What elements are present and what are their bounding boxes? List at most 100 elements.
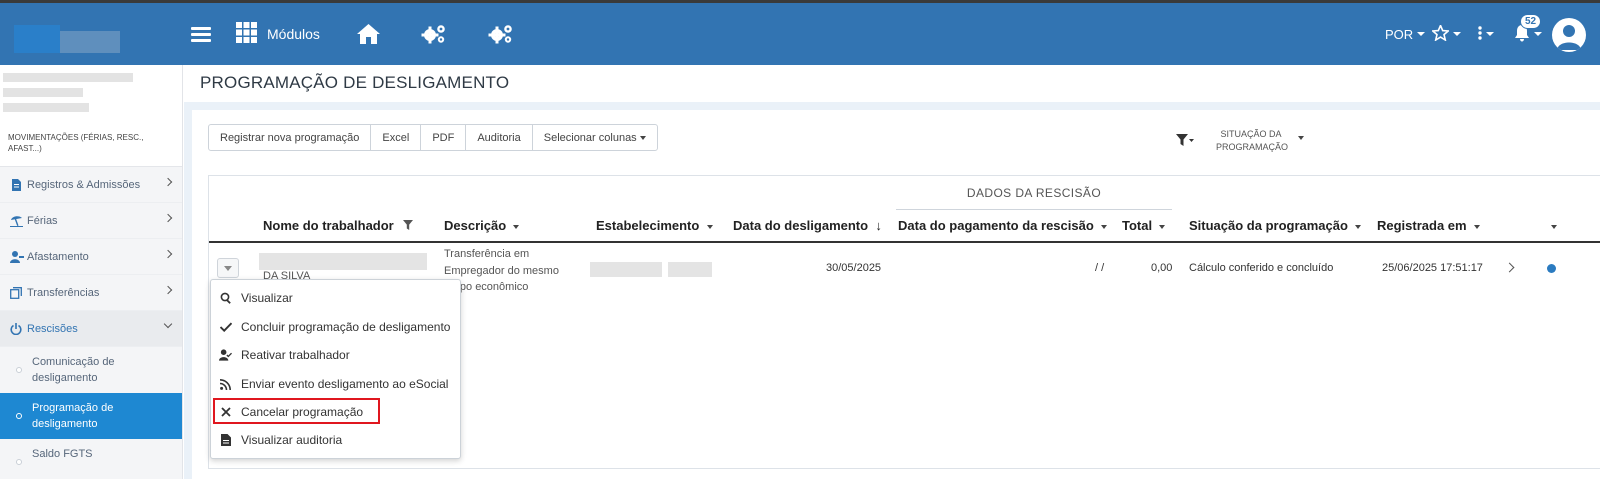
user-minus-icon (10, 250, 24, 263)
cell-descricao: Transferência em Empregador do mesmo gru… (444, 248, 559, 293)
sidebar-item-ferias[interactable]: Férias (0, 203, 182, 239)
notifications-menu[interactable]: 52 (1514, 3, 1542, 65)
filter-icon[interactable] (1176, 134, 1194, 149)
redacted-name (259, 253, 427, 270)
filter-icon[interactable] (403, 218, 414, 233)
sidebar-subitem-programacao[interactable]: Programação de desligamento (0, 393, 182, 439)
modules-label: Módulos (267, 26, 320, 42)
sidebar-item-registros[interactable]: Registros & Admissões (0, 167, 182, 203)
grid-icon (236, 22, 257, 46)
sidebar-subitem-label: Comunicação de desligamento (32, 356, 115, 384)
menu-item-label: Enviar evento desligamento ao eSocial (241, 377, 449, 391)
redacted-establishment-2 (668, 262, 712, 277)
beach-icon (10, 215, 23, 227)
column-header-registrada[interactable]: Registrada em (1377, 218, 1480, 233)
check-icon (219, 321, 232, 334)
group-header-rescisao: DADOS DA RESCISÃO (896, 182, 1172, 210)
select-columns-button[interactable]: Selecionar colunas (533, 125, 657, 150)
row-actions-toggle[interactable] (217, 258, 239, 278)
sidebar-item-label: Afastamento (27, 250, 89, 263)
audit-button[interactable]: Auditoria (466, 125, 533, 150)
highlight-box (213, 398, 380, 424)
notifications-badge: 52 (1520, 13, 1542, 29)
menu-item-label: Visualizar (241, 291, 293, 305)
home-icon[interactable] (356, 3, 380, 65)
sidebar-subitem-label: Saldo FGTS (32, 448, 93, 460)
cell-situacao: Cálculo conferido e concluído (1189, 262, 1334, 274)
sidebar-subitem-saldo-fgts[interactable]: Saldo FGTS (0, 439, 182, 469)
language-selector[interactable]: POR (1385, 3, 1426, 65)
more-options-menu[interactable] (1478, 3, 1494, 65)
column-header-estabelecimento[interactable]: Estabelecimento (596, 218, 713, 233)
filter-area: SITUAÇÃO DA PROGRAMAÇÃO (1176, 128, 1304, 154)
column-header-data-pagamento[interactable]: Data do pagamento da rescisão (898, 218, 1108, 233)
chevron-right-icon (163, 249, 173, 259)
row-context-menu: Visualizar Concluir programação de desli… (210, 279, 461, 459)
copy-icon (10, 286, 22, 299)
column-header-data-desligamento[interactable]: Data do desligamento ↓ (733, 218, 882, 233)
menu-item-concluir[interactable]: Concluir programação de desligamento (211, 315, 460, 339)
sort-down-icon: ↓ (875, 218, 882, 233)
timeline-dot (16, 367, 22, 373)
chevron-right-icon (163, 213, 173, 223)
menu-item-label: Reativar trabalhador (241, 348, 350, 362)
sidebar-item-label: Rescisões (27, 322, 78, 335)
chevron-right-icon (163, 177, 173, 187)
cell-total: 0,00 (1151, 262, 1173, 274)
timeline-dot (16, 413, 22, 419)
column-options-dropdown[interactable] (1551, 218, 1557, 233)
bell-icon: 52 (1514, 13, 1542, 45)
document-icon (219, 434, 232, 447)
chevron-right-icon (163, 285, 173, 295)
advanced-settings-icon[interactable] (487, 3, 515, 65)
hamburger-menu-icon[interactable] (190, 3, 212, 65)
situacao-filter-dropdown-icon[interactable] (1298, 130, 1304, 144)
cell-data-pagamento: / / (1095, 262, 1105, 274)
excel-button[interactable]: Excel (371, 125, 422, 150)
kebab-icon (1478, 25, 1482, 43)
redacted-establishment (590, 262, 662, 277)
sidebar-section-title: MOVIMENTAÇÕES (FÉRIAS, RESC., AFAST...) (0, 121, 182, 167)
sidebar-subitem-label: Programação de desligamento (32, 402, 114, 430)
search-icon (219, 292, 232, 305)
table-header-divider (209, 241, 1600, 243)
sidebar-item-rescisoes[interactable]: Rescisões (0, 311, 182, 347)
select-columns-label: Selecionar colunas (543, 131, 637, 144)
sidebar-item-label: Transferências (27, 286, 100, 299)
menu-item-label: Visualizar auditoria (241, 433, 343, 447)
favorites-menu[interactable] (1430, 3, 1461, 65)
action-toolbar: Registrar nova programação Excel PDF Aud… (208, 124, 658, 151)
menu-item-enviar-esocial[interactable]: Enviar evento desligamento ao eSocial (211, 372, 460, 396)
menu-item-auditoria[interactable]: Visualizar auditoria (211, 428, 460, 452)
menu-item-label: Concluir programação de desligamento (241, 320, 451, 334)
sidebar-item-afastamento[interactable]: Afastamento (0, 239, 182, 275)
status-dot (1547, 264, 1556, 273)
chevron-down-icon (163, 319, 173, 329)
column-header-descricao[interactable]: Descrição (444, 218, 520, 233)
column-header-total[interactable]: Total (1122, 218, 1166, 233)
column-header-nome[interactable]: Nome do trabalhador (263, 218, 414, 233)
register-button[interactable]: Registrar nova programação (209, 125, 372, 150)
page-title: PROGRAMAÇÃO DE DESLIGAMENTO (200, 73, 510, 92)
sidebar-item-label: Férias (27, 214, 58, 227)
cell-registrada: 25/06/2025 17:51:17 (1382, 262, 1483, 274)
power-icon (10, 322, 22, 335)
column-header-situacao[interactable]: Situação da programação (1189, 218, 1362, 233)
modules-menu[interactable]: Módulos (236, 3, 320, 65)
settings-gears-icon[interactable] (420, 3, 448, 65)
sidebar-user-info (0, 65, 182, 121)
situacao-filter-label[interactable]: SITUAÇÃO DA PROGRAMAÇÃO (1216, 128, 1288, 154)
cell-data-desligamento: 30/05/2025 (826, 262, 882, 274)
menu-item-reativar[interactable]: Reativar trabalhador (211, 343, 460, 367)
user-check-icon (219, 349, 232, 362)
star-icon (1430, 22, 1451, 44)
menu-item-visualizar[interactable]: Visualizar (211, 286, 460, 310)
timeline-dot (16, 459, 22, 465)
file-icon (10, 178, 22, 191)
sidebar-item-transferencias[interactable]: Transferências (0, 275, 182, 311)
company-logo (14, 25, 120, 53)
pdf-button[interactable]: PDF (421, 125, 467, 150)
sidebar-item-label: Registros & Admissões (27, 178, 141, 191)
sidebar-subitem-comunicacao[interactable]: Comunicação de desligamento (0, 347, 182, 393)
user-avatar[interactable] (1552, 18, 1586, 52)
